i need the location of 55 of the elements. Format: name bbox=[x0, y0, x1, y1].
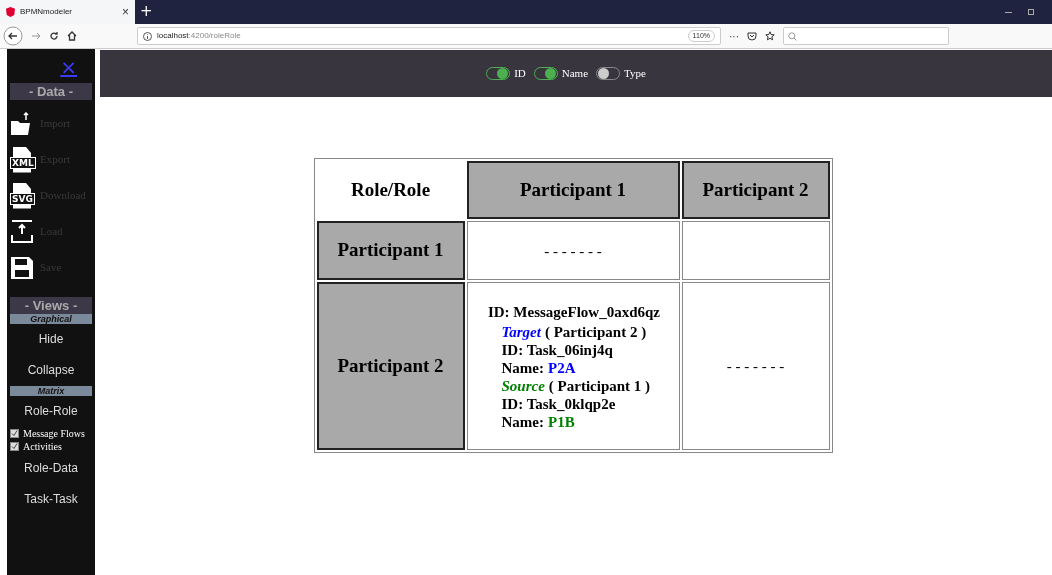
endpoint-label: Source bbox=[501, 377, 545, 395]
name-label: Name: bbox=[501, 359, 544, 377]
task-id: ID: Task_06inj4q bbox=[501, 341, 613, 359]
checkbox[interactable] bbox=[10, 429, 19, 438]
search-field[interactable] bbox=[783, 27, 949, 45]
checkbox-label: Activities bbox=[23, 440, 62, 453]
toggle-label: Name bbox=[561, 66, 588, 82]
reload-icon[interactable] bbox=[49, 31, 59, 41]
empty-indicator: - - - - - - - bbox=[726, 358, 785, 374]
endpoint-label: Target bbox=[501, 323, 541, 341]
name-label: Name: bbox=[501, 413, 544, 431]
flow-id: ID: MessageFlow_0axd6qz bbox=[486, 303, 661, 322]
menu-item[interactable]: Task-Task bbox=[24, 489, 78, 510]
menu-item[interactable]: Collapse bbox=[27, 360, 75, 381]
star-icon[interactable] bbox=[765, 31, 775, 41]
file-icon: XML bbox=[10, 146, 34, 173]
browser-tab[interactable]: BPMNmodeler × bbox=[0, 0, 135, 24]
url-text: localhost:4200/roleRole bbox=[157, 30, 242, 42]
task-id: ID: Task_0klqp2e bbox=[501, 395, 616, 413]
more-button[interactable]: ··· bbox=[729, 28, 739, 44]
search-icon bbox=[788, 31, 797, 41]
menu-item[interactable]: Role-Role bbox=[24, 401, 78, 422]
task-name: P2A bbox=[548, 359, 576, 377]
pocket-icon[interactable] bbox=[747, 31, 757, 41]
column-header: Participant 1 bbox=[466, 161, 680, 219]
column-header: Participant 2 bbox=[681, 161, 830, 219]
corner-label: Role/Role bbox=[350, 178, 431, 200]
file-icon: SVG bbox=[10, 182, 34, 209]
close-icon[interactable]: × bbox=[122, 3, 129, 21]
menu-item[interactable]: Hide bbox=[38, 329, 64, 350]
section-header: - Views - bbox=[10, 297, 92, 314]
minimize-icon[interactable] bbox=[1005, 11, 1012, 13]
row-header: Participant 1 bbox=[316, 221, 465, 280]
participant-ref: ( Participant 2 ) bbox=[544, 323, 647, 341]
task-name: P1B bbox=[548, 413, 575, 431]
forward-icon[interactable] bbox=[31, 31, 41, 41]
toggle-label: Type bbox=[624, 66, 646, 82]
subsection-header: Matrix bbox=[10, 386, 92, 396]
new-tab-button[interactable]: + bbox=[135, 0, 158, 24]
row-header: Participant 2 bbox=[316, 282, 465, 450]
home-icon[interactable] bbox=[67, 31, 77, 41]
checkbox-label: Message Flows bbox=[23, 427, 85, 440]
toggle-label: ID bbox=[514, 66, 526, 82]
section-header: - Data - bbox=[10, 83, 92, 100]
tab-title: BPMNmodeler bbox=[20, 6, 73, 18]
upload-tray-icon bbox=[10, 219, 34, 244]
participant-ref: ( Participant 1 ) bbox=[548, 377, 651, 395]
info-icon bbox=[143, 31, 152, 41]
restore-icon[interactable] bbox=[1028, 9, 1034, 15]
app-logo-icon bbox=[6, 7, 15, 17]
subsection-header: Graphical bbox=[10, 314, 92, 324]
checkbox[interactable] bbox=[10, 442, 19, 451]
empty-indicator: - - - - - - - bbox=[544, 242, 602, 259]
menu-item[interactable]: Role-Data bbox=[24, 458, 78, 479]
back-icon[interactable] bbox=[3, 26, 23, 46]
